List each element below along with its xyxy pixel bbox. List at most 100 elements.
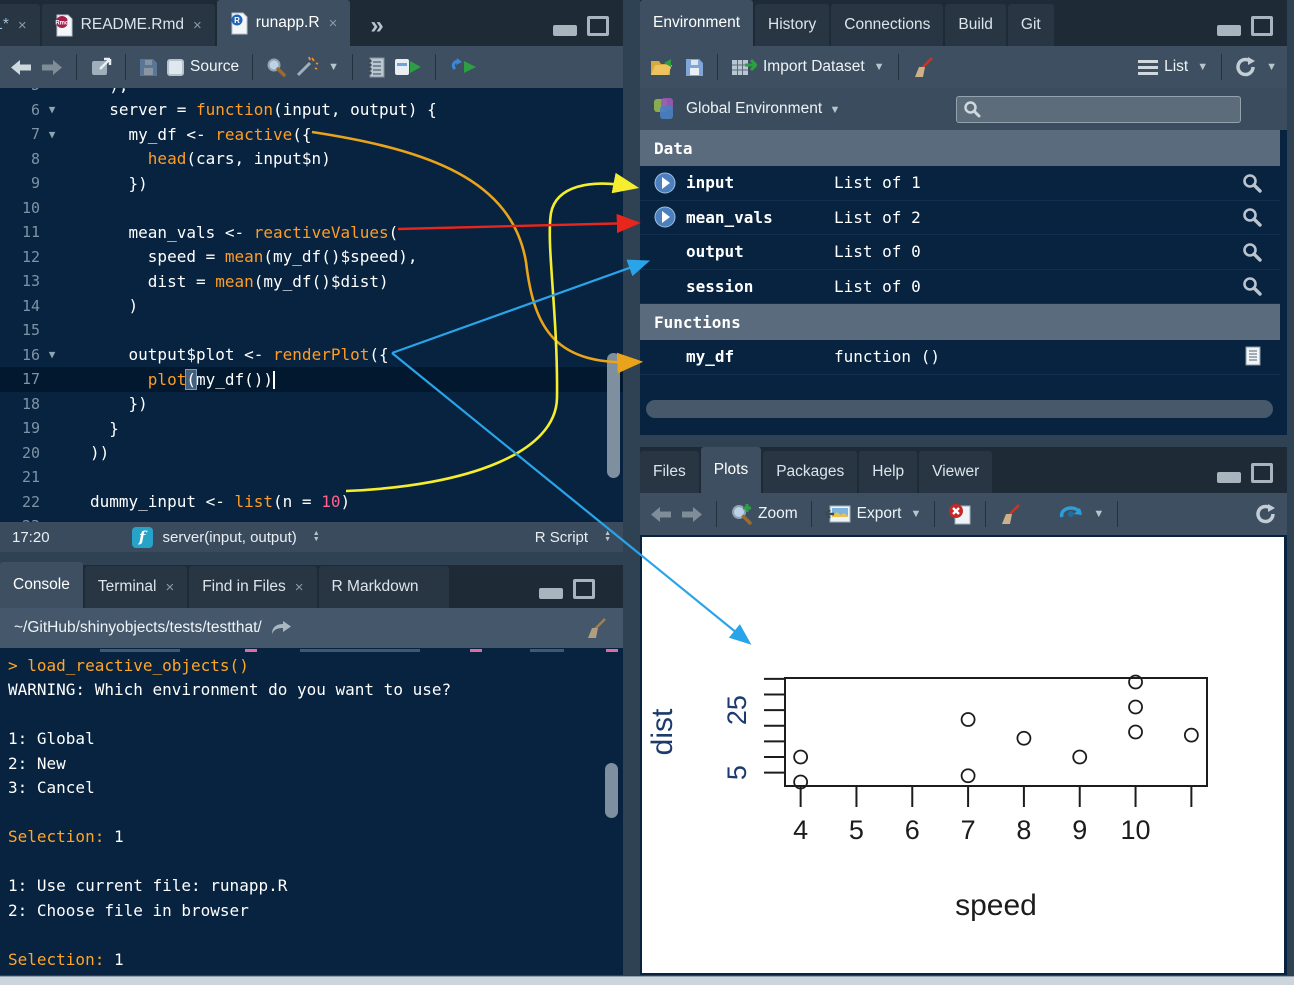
tab-console[interactable]: Console [0, 562, 83, 608]
publish-button[interactable]: ▼ [1058, 504, 1104, 524]
tab-readme-rmd[interactable]: Rmd README.Rmd × [42, 4, 215, 46]
maximize-icon[interactable] [573, 579, 595, 599]
compile-report-icon[interactable] [366, 57, 385, 78]
import-dataset-button[interactable]: Import Dataset ▼ [731, 57, 885, 77]
env-data-rows: inputList of 1mean_valsList of 2outputLi… [640, 166, 1280, 304]
clear-objects-icon[interactable] [912, 56, 936, 78]
tab-help[interactable]: Help [859, 451, 917, 493]
close-icon[interactable]: × [165, 579, 174, 596]
inspect-object-icon[interactable] [1242, 242, 1262, 262]
environment-object-row[interactable]: mean_valsList of 2 [640, 201, 1280, 236]
tab-r-markdown[interactable]: R Markdown [319, 566, 449, 608]
view-function-icon[interactable] [1244, 346, 1262, 367]
maximize-icon[interactable] [1251, 16, 1273, 36]
code-line[interactable]: 23 [0, 514, 623, 522]
expand-icon[interactable] [654, 172, 676, 194]
tab-runapp-r[interactable]: R runapp.R × [217, 0, 351, 46]
minimize-icon[interactable] [1217, 472, 1241, 483]
zoom-plot-button[interactable]: Zoom [730, 503, 798, 525]
tab-build[interactable]: Build [945, 4, 1005, 46]
back-icon[interactable] [10, 59, 32, 76]
refresh-button[interactable]: ▼ [1235, 56, 1277, 78]
save-workspace-icon[interactable] [685, 58, 704, 77]
clear-console-icon[interactable] [585, 617, 609, 639]
code-line[interactable]: 22dummy_input <- list(n = 10) [0, 490, 623, 515]
tab-plots[interactable]: Plots [701, 447, 761, 493]
minimize-icon[interactable] [553, 25, 577, 36]
environment-object-row[interactable]: outputList of 0 [640, 235, 1280, 270]
source-on-save-checkbox[interactable]: Source [167, 58, 239, 76]
environment-search-input[interactable] [956, 96, 1241, 123]
environment-object-row[interactable]: sessionList of 0 [640, 270, 1280, 305]
environment-object-row[interactable]: my_dffunction () [640, 340, 1280, 375]
close-icon[interactable]: × [329, 15, 338, 32]
code-line[interactable]: 10 [0, 196, 623, 221]
tab-viewer[interactable]: Viewer [919, 451, 992, 493]
minimize-icon[interactable] [539, 588, 563, 599]
tab-files[interactable]: Files [640, 451, 699, 493]
export-plot-button[interactable]: Export ▼ [825, 504, 922, 524]
close-icon[interactable]: × [193, 17, 202, 34]
inspect-object-icon[interactable] [1242, 276, 1262, 296]
console-scrollbar[interactable] [605, 763, 618, 818]
code-line[interactable]: 20)) [0, 441, 623, 466]
code-line[interactable]: 9 }) [0, 171, 623, 196]
code-line[interactable]: 15 [0, 318, 623, 343]
code-line[interactable]: 18 }) [0, 392, 623, 417]
tab-packages[interactable]: Packages [763, 451, 857, 493]
tab-environment[interactable]: Environment [640, 0, 753, 46]
load-workspace-icon[interactable] [650, 57, 676, 77]
code-line[interactable]: 6▼ server = function(input, output) { [0, 98, 623, 123]
clear-all-plots-icon[interactable] [999, 503, 1023, 525]
refresh-plot-icon[interactable] [1255, 503, 1277, 525]
tab-history[interactable]: History [755, 4, 829, 46]
close-icon[interactable]: × [295, 579, 304, 596]
code-line[interactable]: 17 plot(my_df()) [0, 367, 623, 392]
code-tools-icon[interactable]: ▼ [295, 56, 339, 78]
scope-caret-icon: ▲▼ [313, 531, 320, 543]
checkbox-icon[interactable] [167, 59, 184, 76]
previous-plot-icon[interactable] [650, 506, 672, 523]
save-icon[interactable] [139, 58, 158, 77]
code-line[interactable]: 16▼ output$plot <- renderPlot({ [0, 343, 623, 368]
tab-connections[interactable]: Connections [831, 4, 943, 46]
code-editor[interactable]: 5 ),6▼ server = function(input, output) … [0, 88, 623, 522]
list-view-selector[interactable]: List ▼ [1138, 58, 1208, 76]
code-line[interactable]: 5 ), [0, 88, 623, 98]
environment-object-row[interactable]: inputList of 1 [640, 166, 1280, 201]
find-replace-icon[interactable] [266, 57, 286, 77]
forward-icon[interactable] [41, 59, 63, 76]
rerun-source-icon[interactable] [449, 57, 477, 77]
code-line[interactable]: 13 dist = mean(my_df()$dist) [0, 269, 623, 294]
code-line[interactable]: 11 mean_vals <- reactiveValues( [0, 220, 623, 245]
close-icon[interactable]: × [18, 17, 27, 34]
scope-selector[interactable]: server(input, output) [163, 529, 297, 546]
inspect-object-icon[interactable] [1242, 207, 1262, 227]
file-type-selector[interactable]: R Script [535, 529, 588, 546]
maximize-icon[interactable] [1251, 463, 1273, 483]
goto-directory-icon[interactable] [270, 620, 292, 636]
environment-hscrollbar[interactable] [646, 400, 1273, 418]
run-icon[interactable] [394, 57, 422, 77]
expand-icon[interactable] [654, 206, 676, 228]
code-line[interactable]: 14 ) [0, 294, 623, 319]
scope-selector[interactable]: Global Environment ▼ [686, 100, 840, 118]
editor-scrollbar[interactable] [607, 353, 620, 478]
inspect-object-icon[interactable] [1242, 173, 1262, 193]
code-line[interactable]: 21 [0, 465, 623, 490]
tab-terminal[interactable]: Terminal× [85, 566, 187, 608]
next-plot-icon[interactable] [681, 506, 703, 523]
maximize-icon[interactable] [587, 16, 609, 36]
code-line[interactable]: 19 } [0, 416, 623, 441]
remove-plot-icon[interactable] [948, 503, 972, 525]
code-line[interactable]: 12 speed = mean(my_df()$speed), [0, 245, 623, 270]
tab-git[interactable]: Git [1008, 4, 1054, 46]
tab-overflow-icon[interactable]: » [370, 12, 383, 40]
code-line[interactable]: 8 head(cars, input$n) [0, 147, 623, 172]
tab-find-in-files[interactable]: Find in Files× [189, 566, 316, 608]
open-in-new-window-icon[interactable] [90, 57, 112, 77]
minimize-icon[interactable] [1217, 25, 1241, 36]
console-output[interactable]: > load_reactive_objects()WARNING: Which … [0, 648, 623, 975]
code-line[interactable]: 7▼ my_df <- reactive({ [0, 122, 623, 147]
tab-ed1[interactable]: ed1* × [0, 4, 40, 46]
